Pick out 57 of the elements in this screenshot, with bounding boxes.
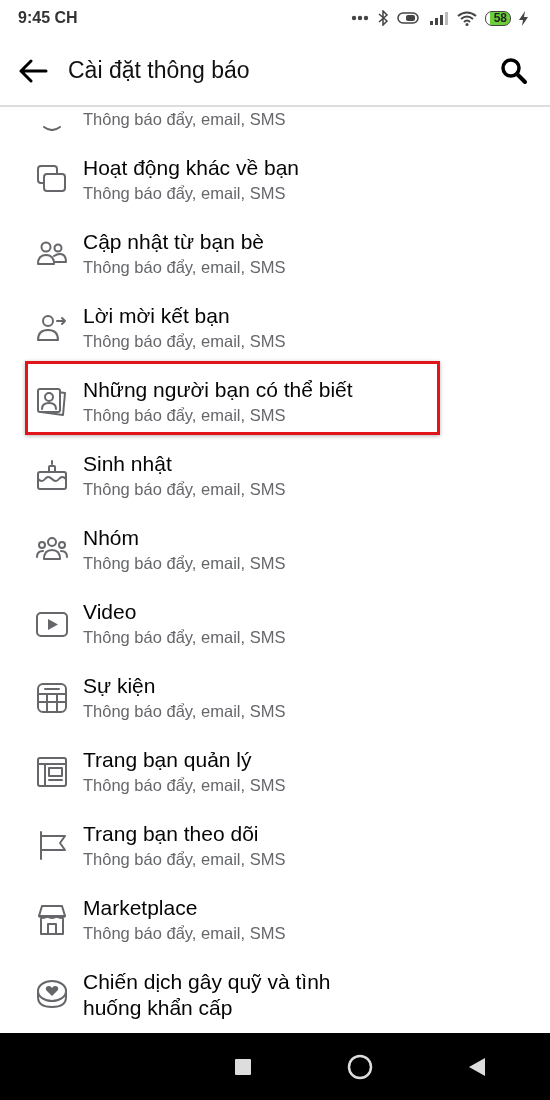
setting-title: Những người bạn có thể biết [83,377,354,403]
bluetooth-icon [376,10,389,26]
recent-apps-icon[interactable] [234,1057,252,1076]
setting-title: Trang bạn quản lý [83,747,253,773]
birthday-cake-icon [35,459,69,493]
settings-row[interactable]: Trang bạn theo dõi Thông báo đẩy, email, SMS [25,805,440,879]
settings-row[interactable]: Thông báo đẩy, email, SMS [25,107,440,139]
setting-title: Marketplace [83,895,199,921]
toggle-icon [396,11,421,25]
setting-channels: Thông báo đẩy, email, SMS [83,775,287,796]
search-icon[interactable] [500,56,528,85]
setting-title: Lời mời kết bạn [83,303,231,329]
setting-channels: Thông báo đẩy, email, SMS [83,183,287,204]
setting-channels: Thông báo đẩy, email, SMS [83,405,287,426]
screen-title: Cài đặt thông báo [68,57,251,84]
more-dots-icon [350,15,369,21]
web-page-icon [35,755,69,789]
settings-row[interactable]: Chiến dịch gây quỹ và tình huống khẩn cấp [25,953,440,1027]
setting-channels: Thông báo đẩy, email, SMS [83,109,286,130]
photo-portrait-icon [35,385,69,419]
settings-row[interactable]: Cập nhật từ bạn bè Thông báo đẩy, email, SMS [25,213,440,287]
setting-channels: Thông báo đẩy, email, SMS [83,257,287,278]
calendar-icon [35,681,69,715]
setting-channels: Thông báo đẩy, email, SMS [83,479,287,500]
highlighted-settings-row[interactable]: Những người bạn có thể biết Thông báo đẩy, email, SMS [25,361,440,435]
setting-title: Sự kiện [83,673,157,699]
setting-title: Trang bạn theo dõi [83,821,260,847]
battery-indicator: 58 [484,10,511,26]
setting-channels: Thông báo đẩy, email, SMS [83,701,287,722]
back-arrow-icon[interactable] [18,58,48,83]
setting-title: Nhóm [83,525,141,551]
setting-channels: Thông báo đẩy, email, SMS [83,627,287,648]
setting-title: Hoạt động khác về bạn [83,155,300,181]
charging-bolt-icon [519,10,528,26]
wifi-icon [456,10,477,26]
signal-icon [428,11,449,25]
setting-channels: Thông báo đẩy, email, SMS [83,331,287,352]
setting-title: Cập nhật từ bạn bè [83,229,266,255]
settings-row[interactable]: Marketplace Thông báo đẩy, email, SMS [25,879,440,953]
setting-title: Sinh nhật [83,451,173,477]
setting-channels: Thông báo đẩy, email, SMS [83,849,287,870]
setting-channels: Thông báo đẩy, email, SMS [83,923,287,944]
setting-title: Video [83,599,138,625]
settings-row[interactable]: Sinh nhật Thông báo đẩy, email, SMS [25,435,440,509]
settings-row[interactable]: Sự kiện Thông báo đẩy, email, SMS [25,657,440,731]
heart-coin-icon [35,977,69,1011]
settings-row[interactable]: Hoạt động khác về bạn Thông báo đẩy, email, SMS [25,139,440,213]
back-icon[interactable] [468,1056,486,1077]
settings-row[interactable]: Video Thông báo đẩy, email, SMS [25,583,440,657]
setting-title: Chiến dịch gây quỹ và tình huống khẩn cấp [83,969,332,1021]
settings-row[interactable]: Lời mời kết bạn Thông báo đẩy, email, SMS [25,287,440,361]
clock-time: 9:45 CH [18,9,78,27]
home-icon[interactable] [347,1053,373,1080]
storefront-icon [35,903,69,937]
setting-channels: Thông báo đẩy, email, SMS [83,553,287,574]
settings-row[interactable]: Nhóm Thông báo đẩy, email, SMS [25,509,440,583]
settings-row[interactable]: Trang bạn quản lý Thông báo đẩy, email, SMS [25,731,440,805]
